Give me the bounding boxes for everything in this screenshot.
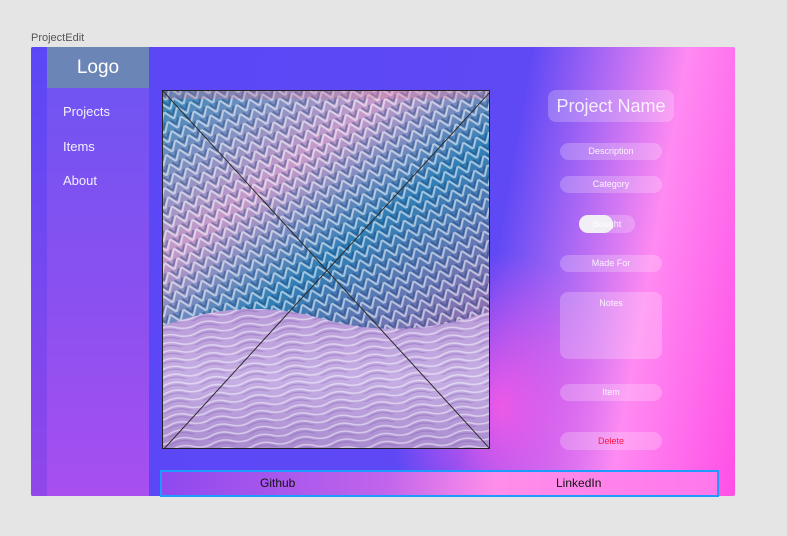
made-for-input[interactable]: Made For (560, 255, 662, 272)
github-link[interactable]: Github (260, 472, 295, 495)
sidebar-item-items[interactable]: Items (63, 139, 95, 154)
left-strip (31, 47, 47, 496)
notes-textarea[interactable]: Notes (560, 292, 662, 359)
project-name-input[interactable]: Project Name (548, 90, 674, 122)
linkedin-link[interactable]: LinkedIn (556, 472, 601, 495)
logo[interactable]: Logo (47, 47, 149, 88)
bought-label: Bought (592, 219, 622, 229)
sidebar: Logo Projects Items About (47, 47, 149, 496)
item-input[interactable]: Item (560, 384, 662, 401)
frame-label: ProjectEdit (31, 32, 85, 44)
bought-toggle[interactable]: Bought (579, 215, 635, 233)
image-placeholder-icon (163, 91, 489, 448)
project-edit-frame: Logo Projects Items About Project Name D… (31, 47, 735, 496)
description-input[interactable]: Description (560, 143, 662, 160)
project-image[interactable] (162, 90, 490, 449)
sidebar-item-projects[interactable]: Projects (63, 104, 110, 119)
footer: Github LinkedIn (160, 470, 719, 497)
delete-button[interactable]: Delete (560, 432, 662, 450)
category-input[interactable]: Category (560, 176, 662, 193)
sidebar-item-about[interactable]: About (63, 173, 97, 188)
